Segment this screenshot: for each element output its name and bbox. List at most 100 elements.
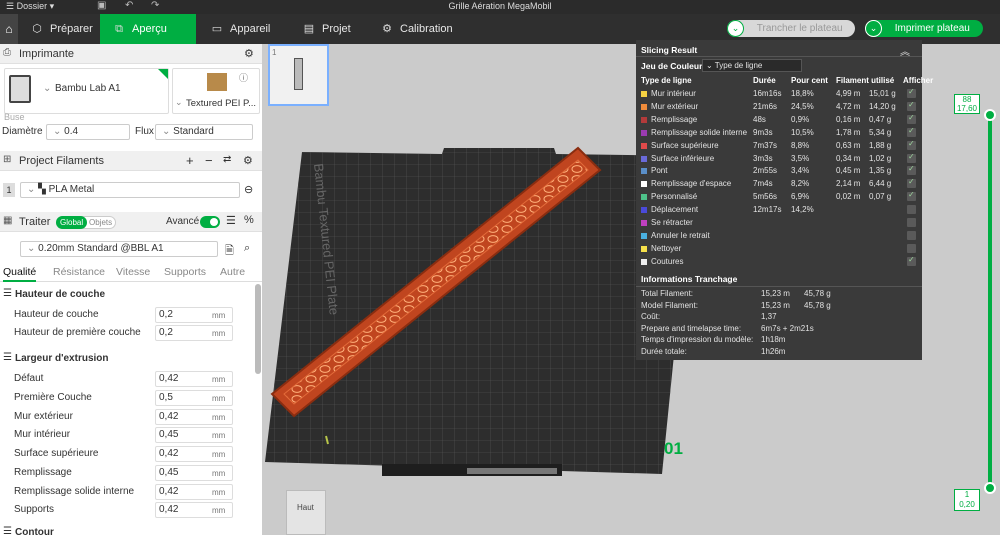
- tab-appareil[interactable]: ▭ Appareil: [210, 14, 290, 44]
- show-checkbox[interactable]: [907, 177, 916, 189]
- setting-label: Hauteur de première couche: [14, 327, 141, 338]
- diameter-label: Diamètre: [2, 126, 43, 137]
- layer-slider-top-handle[interactable]: [984, 109, 996, 121]
- bottom-layer-readout: 1 0,20: [954, 489, 980, 511]
- chevron-down-icon: ⌄: [706, 61, 715, 70]
- unit-label: mm: [212, 375, 226, 384]
- add-icon[interactable]: +: [186, 153, 194, 168]
- chevron-down-icon[interactable]: ⌄: [865, 20, 882, 37]
- process-section-header: ▦ Traiter Global Objets Avancé ☰ %: [0, 212, 262, 232]
- percent-icon[interactable]: %: [244, 214, 254, 226]
- subtab-qualite[interactable]: Qualité: [3, 266, 37, 282]
- gear-icon[interactable]: ⚙: [244, 47, 254, 60]
- plate-selector[interactable]: ⓘ ⌄ Textured PEI P...: [172, 68, 260, 114]
- printer-selector[interactable]: ⌄ Bambu Lab A1: [4, 68, 169, 114]
- result-row: Mur intérieur 16m16s 18,8% 4,99 m 15,01 g: [636, 87, 922, 101]
- view-cube[interactable]: Haut: [286, 490, 326, 535]
- info-value: 1,37: [761, 312, 777, 321]
- subtab-vitesse[interactable]: Vitesse: [116, 266, 150, 278]
- line-type: Nettoyer: [651, 243, 682, 253]
- diameter-select[interactable]: ⌄ 0.4: [46, 124, 130, 140]
- tab-preparer[interactable]: ⬡ Préparer: [30, 14, 100, 44]
- sidebar-scrollbar[interactable]: [255, 284, 261, 374]
- gear-icon[interactable]: ⚙: [243, 154, 253, 167]
- show-checkbox[interactable]: [907, 152, 916, 163]
- color-swatch-icon: [641, 103, 647, 110]
- show-checkbox[interactable]: [907, 164, 916, 176]
- result-row: Nettoyer: [636, 243, 922, 256]
- toggle-knob: [210, 218, 218, 226]
- home-icon[interactable]: ⌂: [0, 14, 18, 44]
- setting-label: Remplissage: [14, 467, 72, 478]
- edit-icon[interactable]: ⊖: [244, 183, 253, 196]
- filament-weight: 14,20 g: [869, 101, 896, 111]
- percent: 6,9%: [791, 192, 810, 202]
- info-weight: 45,78 g: [804, 300, 831, 310]
- color-swatch-icon: [641, 142, 647, 149]
- show-checkbox[interactable]: [907, 87, 916, 98]
- list-icon[interactable]: ☰: [226, 214, 236, 227]
- show-checkbox[interactable]: [907, 218, 916, 227]
- search-icon[interactable]: ⌕: [244, 242, 250, 255]
- duration: 3m3s: [753, 153, 773, 163]
- group-contour: Contour: [15, 527, 54, 535]
- info-key: Durée totale:: [641, 346, 687, 356]
- show-checkbox[interactable]: [907, 100, 916, 111]
- setting-label: Défaut: [14, 373, 44, 384]
- show-checkbox[interactable]: [907, 190, 916, 202]
- header-filament: Filament utilisé: [836, 76, 895, 85]
- tab-apercu[interactable]: ⧉ Aperçu: [100, 14, 196, 44]
- percent: 8,8%: [791, 140, 810, 150]
- result-row: Pont 2m55s 3,4% 0,45 m 1,35 g: [636, 164, 922, 178]
- percent: 3,5%: [791, 153, 810, 163]
- bottom-layer-number: 1: [964, 490, 970, 499]
- show-checkbox[interactable]: [907, 205, 916, 215]
- subtab-resistance[interactable]: Résistance: [53, 266, 105, 278]
- show-checkbox[interactable]: [907, 139, 916, 150]
- slice-plate-button[interactable]: ⌄ Trancher le plateau: [727, 20, 855, 37]
- subtab-supports[interactable]: Supports: [164, 266, 206, 278]
- sync-icon[interactable]: ⇄: [223, 154, 231, 165]
- top-layer-height: 17,60: [956, 104, 978, 113]
- info-icon[interactable]: ⓘ: [239, 71, 248, 84]
- filament-weight: 15,01 g: [869, 89, 896, 98]
- show-checkbox[interactable]: [907, 113, 916, 124]
- info-value: 15,23 m: [761, 300, 790, 310]
- layers-icon: ⧉: [115, 23, 123, 35]
- settings-list: ☰ Hauteur de couche Hauteur de couche 0,…: [0, 284, 254, 535]
- duration: 48s: [753, 114, 766, 124]
- objets-option[interactable]: Objets: [89, 218, 112, 227]
- filament-weight: 6,44 g: [869, 179, 892, 189]
- corner-badge: [158, 69, 168, 79]
- subtab-autre[interactable]: Autre: [220, 266, 245, 278]
- flux-select[interactable]: ⌄ Standard: [155, 124, 253, 140]
- filament-select[interactable]: ⌄ ▚ PLA Metal: [20, 182, 240, 198]
- remove-icon[interactable]: −: [205, 153, 213, 168]
- line-type: Remplissage d'espace: [651, 179, 732, 189]
- layer-slider-bottom-handle[interactable]: [984, 482, 996, 494]
- show-checkbox[interactable]: [907, 230, 916, 240]
- save-icon[interactable]: 🗎: [225, 242, 234, 261]
- plate-name: Textured PEI P...: [186, 98, 257, 109]
- result-row: Déplacement 12m17s 14,2%: [636, 204, 922, 217]
- layer-slider-track[interactable]: [988, 114, 992, 488]
- global-objets-toggle[interactable]: Global Objets: [56, 216, 116, 229]
- tab-calibration[interactable]: ⚙ Calibration: [380, 14, 460, 44]
- show-checkbox[interactable]: [907, 255, 916, 266]
- divider: [636, 56, 922, 57]
- advanced-toggle[interactable]: [200, 216, 220, 228]
- show-checkbox[interactable]: [907, 126, 916, 137]
- calibration-icon: ⚙: [382, 23, 392, 35]
- nozzle-label: Buse: [4, 112, 25, 122]
- filament-weight: 0,07 g: [869, 192, 892, 202]
- tab-projet[interactable]: ▤ Projet: [302, 14, 362, 44]
- show-checkbox[interactable]: [907, 243, 916, 253]
- line-type: Se rétracter: [651, 218, 693, 227]
- chevron-down-icon[interactable]: ⌄: [727, 20, 744, 37]
- process-profile-select[interactable]: ⌄ 0.20mm Standard @BBL A1: [20, 241, 218, 257]
- global-option[interactable]: Global: [56, 216, 88, 229]
- print-plate-button[interactable]: ⌄ Imprimer plateau: [865, 20, 983, 37]
- cube-icon: ⬡: [32, 23, 42, 35]
- group-layer-height: Hauteur de couche: [15, 289, 106, 300]
- color-scheme-select[interactable]: ⌄ Type de ligne: [702, 59, 802, 72]
